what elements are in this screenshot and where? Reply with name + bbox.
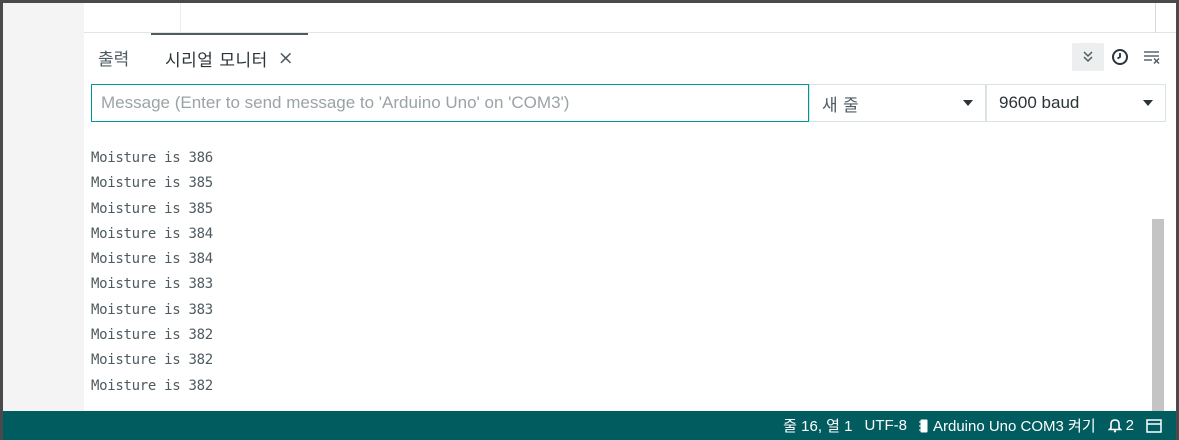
board-status-label: Arduino Uno COM3 켜기	[932, 418, 1096, 435]
serial-input-row: 새 줄 9600 baud	[84, 81, 1176, 129]
double-chevron-down-icon	[1083, 51, 1093, 63]
output-line: Moisture is 383	[91, 276, 213, 293]
vertical-scrollbar[interactable]	[1152, 219, 1164, 411]
bell-icon	[1107, 418, 1122, 433]
caret-down-icon	[963, 100, 973, 106]
status-bar: 줄 16, 열 1 UTF-8 Arduino Uno COM3 켜기 2	[3, 411, 1176, 440]
output-line: Moisture is 383	[91, 301, 213, 318]
panel-icon	[1146, 418, 1162, 433]
output-line: Moisture is 382	[91, 377, 213, 394]
output-line: Moisture is 382	[91, 352, 213, 369]
board-status[interactable]: Arduino Uno COM3 켜기	[918, 415, 1096, 436]
tab-serial-monitor[interactable]: 시리얼 모니터 ×	[151, 33, 308, 81]
output-line: Moisture is 384	[91, 225, 213, 242]
output-line: Moisture is 386	[91, 150, 213, 166]
clear-output-icon	[1144, 51, 1160, 64]
editor-line-number-divider	[180, 3, 181, 33]
clock-icon	[1112, 49, 1128, 65]
cursor-position[interactable]: 줄 16, 열 1	[783, 415, 852, 436]
output-line: Moisture is 385	[91, 200, 213, 217]
message-input[interactable]	[91, 84, 809, 122]
toggle-timestamp-button[interactable]	[1104, 43, 1136, 71]
tab-output-label: 출력	[98, 49, 130, 70]
status-bar-items: 줄 16, 열 1 UTF-8 Arduino Uno COM3 켜기 2	[783, 411, 1162, 440]
output-line: Moisture is 382	[91, 327, 213, 344]
caret-down-icon	[1143, 100, 1153, 106]
baud-rate-value: 9600 baud	[999, 93, 1080, 112]
notifications-count: 2	[1125, 417, 1134, 434]
line-ending-value: 새 줄	[822, 95, 859, 116]
board-icon	[918, 419, 929, 433]
tab-serial-monitor-label: 시리얼 모니터	[165, 50, 268, 71]
clear-output-button[interactable]	[1136, 43, 1168, 71]
editor-scroll-edge	[1155, 3, 1156, 33]
output-lines: Moisture is 386 Moisture is 385 Moisture…	[91, 146, 213, 399]
notifications-button[interactable]: 2	[1107, 417, 1134, 434]
tab-output[interactable]: 출력	[98, 33, 129, 81]
close-icon[interactable]: ×	[278, 47, 294, 69]
toggle-autoscroll-button[interactable]	[1072, 43, 1104, 71]
baud-rate-select[interactable]: 9600 baud	[986, 84, 1166, 122]
file-encoding[interactable]: UTF-8	[864, 417, 907, 434]
bottom-panel-tabbar: 출력 시리얼 모니터 ×	[84, 33, 1176, 81]
side-panel-gutter	[3, 3, 84, 411]
toggle-bottom-panel-button[interactable]	[1146, 418, 1162, 433]
panel-actions	[1072, 33, 1168, 81]
serial-monitor-output[interactable]: Moisture is 386 Moisture is 385 Moisture…	[84, 129, 1176, 411]
editor-area[interactable]	[84, 3, 1176, 33]
line-ending-select[interactable]: 새 줄	[809, 84, 986, 122]
output-line: Moisture is 385	[91, 175, 213, 192]
output-line: Moisture is 384	[91, 251, 213, 268]
